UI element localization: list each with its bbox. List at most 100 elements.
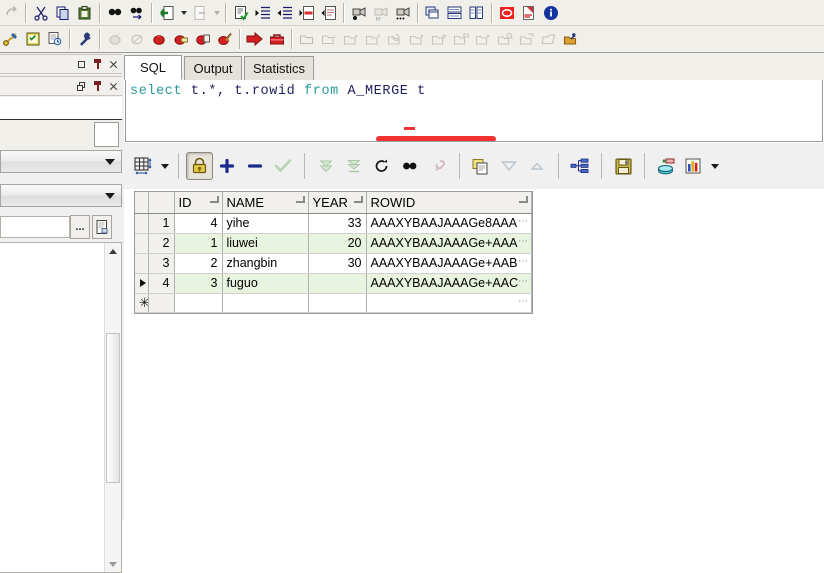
cell-year[interactable]: 30: [308, 253, 366, 273]
grid-layout-icon[interactable]: [130, 151, 158, 181]
page-next-icon[interactable]: [296, 2, 318, 24]
header-year[interactable]: YEAR: [308, 192, 366, 213]
dock-combo-1[interactable]: [0, 150, 122, 173]
toolbox-icon[interactable]: [266, 28, 288, 50]
cell-rowid[interactable]: AAAXYBAAJAAAGe8AAA⋯: [366, 213, 532, 233]
cell-rowid[interactable]: AAAXYBAAJAAAGe+AAA⋯: [366, 233, 532, 253]
restore-icon[interactable]: [75, 57, 88, 71]
tab-output[interactable]: Output: [184, 56, 242, 80]
folder-prev-icon[interactable]: [362, 28, 384, 50]
sort-resize-handle[interactable]: [354, 201, 363, 203]
close-icon[interactable]: [107, 79, 120, 93]
report-icon[interactable]: [44, 28, 66, 50]
dock-combo-2[interactable]: [0, 184, 122, 207]
dock-vertical-scrollbar[interactable]: [104, 243, 121, 572]
load-file-icon[interactable]: [156, 2, 178, 24]
cell-year[interactable]: 20: [308, 233, 366, 253]
sort-ascending-icon[interactable]: [523, 151, 551, 181]
redo-icon[interactable]: [0, 2, 22, 24]
folder-step-icon[interactable]: [406, 28, 428, 50]
header-rowid[interactable]: ROWID: [366, 192, 532, 213]
cell-name[interactable]: fuguo: [222, 273, 308, 293]
load-file-dropdown[interactable]: [178, 2, 189, 24]
folder-export-icon[interactable]: [538, 28, 560, 50]
tile-horizontal-icon[interactable]: [444, 2, 466, 24]
restore-window-icon[interactable]: [75, 79, 88, 93]
find-icon[interactable]: [104, 2, 126, 24]
new-breakpoint-icon[interactable]: [104, 28, 126, 50]
export-pdf-icon[interactable]: [518, 2, 540, 24]
table-row[interactable]: 1 4 yihe 33 AAAXYBAAJAAAGe8AAA⋯: [135, 213, 532, 233]
dock-square-button[interactable]: [94, 122, 119, 147]
new-record-row[interactable]: ✳ ⋯: [135, 293, 532, 312]
cell-expand-button[interactable]: ⋯: [518, 298, 529, 306]
database-export-icon[interactable]: [652, 151, 680, 181]
info-icon[interactable]: [540, 2, 562, 24]
folder-next-icon[interactable]: [340, 28, 362, 50]
folder-share-icon[interactable]: [516, 28, 538, 50]
chart-icon[interactable]: [680, 151, 708, 181]
bookmark-set-icon[interactable]: [170, 28, 192, 50]
copy-rows-icon[interactable]: [467, 151, 495, 181]
cell-id[interactable]: 2: [174, 253, 222, 273]
cell-year[interactable]: [308, 273, 366, 293]
execute-icon[interactable]: [230, 2, 252, 24]
sort-descending-icon[interactable]: [495, 151, 523, 181]
folder-search-icon[interactable]: [494, 28, 516, 50]
cell-expand-button[interactable]: ⋯: [518, 258, 529, 266]
indent-left-icon[interactable]: [274, 2, 296, 24]
browse-button[interactable]: ...: [70, 215, 90, 239]
wrench-icon[interactable]: [74, 28, 96, 50]
cell-id[interactable]: [174, 293, 222, 312]
save-grid-icon[interactable]: [609, 151, 637, 181]
sort-resize-handle[interactable]: [519, 201, 528, 203]
header-name[interactable]: NAME: [222, 192, 308, 213]
indent-right-icon[interactable]: [252, 2, 274, 24]
cell-id[interactable]: 4: [174, 213, 222, 233]
result-data-grid[interactable]: ID NAME YEAR ROWID 1 4 yihe 33 AAAXYBAAJ…: [134, 191, 533, 314]
refresh-icon[interactable]: [368, 151, 396, 181]
save-file-icon[interactable]: [189, 2, 211, 24]
next-page-icon[interactable]: [340, 151, 368, 181]
scroll-up-arrow[interactable]: [105, 243, 121, 259]
header-id[interactable]: ID: [174, 192, 222, 213]
folder-diamond-icon[interactable]: [428, 28, 450, 50]
pin-icon[interactable]: [91, 57, 104, 71]
page-prev-icon[interactable]: [318, 2, 340, 24]
find-next-icon[interactable]: [126, 2, 148, 24]
commit-record-icon[interactable]: [269, 151, 297, 181]
last-record-icon[interactable]: [312, 151, 340, 181]
debug-more-icon[interactable]: [392, 2, 414, 24]
hierarchy-icon[interactable]: [566, 151, 594, 181]
folder-new-icon[interactable]: [296, 28, 318, 50]
bookmark-goto-icon[interactable]: [192, 28, 214, 50]
tasklist-icon[interactable]: [22, 28, 44, 50]
cell-rowid[interactable]: ⋯: [366, 293, 532, 312]
stop-icon[interactable]: [496, 2, 518, 24]
debug-pause-icon[interactable]: [370, 2, 392, 24]
tools-icon[interactable]: [0, 28, 22, 50]
cut-icon[interactable]: [30, 2, 52, 24]
clear-breakpoint-icon[interactable]: [126, 28, 148, 50]
save-file-dropdown[interactable]: [211, 2, 222, 24]
tab-statistics[interactable]: Statistics: [244, 56, 314, 80]
cell-year[interactable]: 33: [308, 213, 366, 233]
cell-name[interactable]: liuwei: [222, 233, 308, 253]
scroll-down-arrow[interactable]: [105, 556, 121, 572]
cell-id[interactable]: 3: [174, 273, 222, 293]
add-record-icon[interactable]: [213, 151, 241, 181]
cell-id[interactable]: 1: [174, 233, 222, 253]
describe-icon[interactable]: [92, 215, 112, 239]
folder-info-icon[interactable]: [472, 28, 494, 50]
pin-icon[interactable]: [91, 79, 104, 93]
cell-name[interactable]: [222, 293, 308, 312]
paste-icon[interactable]: [74, 2, 96, 24]
folder-refresh-icon[interactable]: [384, 28, 406, 50]
tab-sql[interactable]: SQL: [124, 55, 182, 80]
cell-rowid[interactable]: AAAXYBAAJAAAGe+AAC⋯: [366, 273, 532, 293]
tile-vertical-icon[interactable]: [466, 2, 488, 24]
table-row-current[interactable]: 4 3 fuguo AAAXYBAAJAAAGe+AAC⋯: [135, 273, 532, 293]
lock-record-icon[interactable]: [186, 152, 213, 180]
chart-dropdown[interactable]: [708, 151, 721, 181]
cascade-windows-icon[interactable]: [422, 2, 444, 24]
